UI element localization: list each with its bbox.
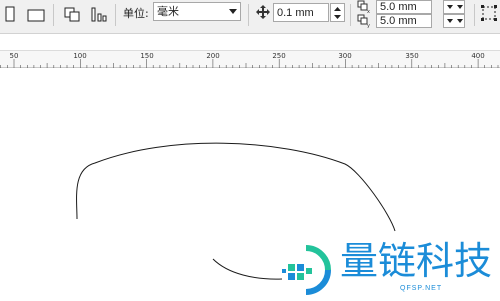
- bezier-curve-lower[interactable]: [212, 258, 283, 280]
- all-pages-icon[interactable]: [63, 5, 83, 25]
- toolbar-divider: [474, 4, 475, 26]
- landscape-page-icon[interactable]: [26, 5, 46, 25]
- svg-text:y: y: [367, 23, 370, 28]
- duplicate-y-field[interactable]: 5.0 mm: [376, 14, 432, 28]
- horizontal-ruler[interactable]: 50 100 150 200 250 300 350 400: [0, 50, 500, 68]
- units-select[interactable]: 毫米: [153, 2, 241, 21]
- nudge-icon: [256, 5, 270, 19]
- frame-icon[interactable]: [480, 4, 498, 22]
- spin-up-icon[interactable]: [334, 7, 341, 11]
- duplicate-y-icon: y: [357, 14, 370, 28]
- chevron-down-icon: [229, 9, 237, 14]
- duplicate-x-row: x 5.0 mm: [357, 0, 467, 14]
- qfsp-logo-icon: [282, 245, 331, 295]
- nudge-stepper[interactable]: [330, 3, 345, 22]
- spin-down-icon[interactable]: [334, 15, 341, 19]
- spin-icon[interactable]: [447, 19, 463, 24]
- nudge-distance-value: 0.1 mm: [277, 7, 314, 19]
- duplicate-y-row: y 5.0 mm: [357, 14, 467, 28]
- ruler-label: 100: [73, 52, 87, 60]
- ruler-label: 50: [9, 52, 19, 60]
- duplicate-y-stepper[interactable]: [443, 14, 465, 28]
- current-page-icon[interactable]: [90, 5, 110, 25]
- duplicate-x-value: 5.0 mm: [380, 1, 417, 13]
- ruler-label: 200: [206, 52, 220, 60]
- ruler-label: 350: [405, 52, 419, 60]
- ruler-label: 150: [140, 52, 154, 60]
- toolbar-divider: [53, 4, 54, 26]
- units-label: 单位:: [123, 7, 149, 20]
- bezier-curve[interactable]: [76, 142, 396, 232]
- units-select-value: 毫米: [157, 5, 179, 18]
- toolbar-divider: [248, 4, 249, 26]
- ruler-label: 250: [272, 52, 286, 60]
- watermark-title: 量链科技: [340, 239, 493, 283]
- ruler-label: 400: [471, 52, 485, 60]
- duplicate-x-icon: x: [357, 0, 370, 14]
- toolbar-divider: [115, 4, 116, 26]
- duplicate-x-stepper[interactable]: [443, 0, 465, 14]
- property-bar: 单位: 毫米 0.1 mm x 5.0 mm y 5.0 mm: [0, 0, 500, 34]
- watermark: 量链科技 QFSP.NET: [278, 236, 500, 301]
- spin-icon[interactable]: [447, 5, 463, 10]
- watermark-subtitle: QFSP.NET: [400, 285, 443, 292]
- duplicate-x-field[interactable]: 5.0 mm: [376, 0, 432, 14]
- nudge-distance-field[interactable]: 0.1 mm: [273, 3, 329, 22]
- ruler-label: 300: [338, 52, 352, 60]
- toolbar-divider: [350, 4, 351, 26]
- duplicate-y-value: 5.0 mm: [380, 15, 417, 27]
- portrait-page-icon[interactable]: [2, 5, 22, 25]
